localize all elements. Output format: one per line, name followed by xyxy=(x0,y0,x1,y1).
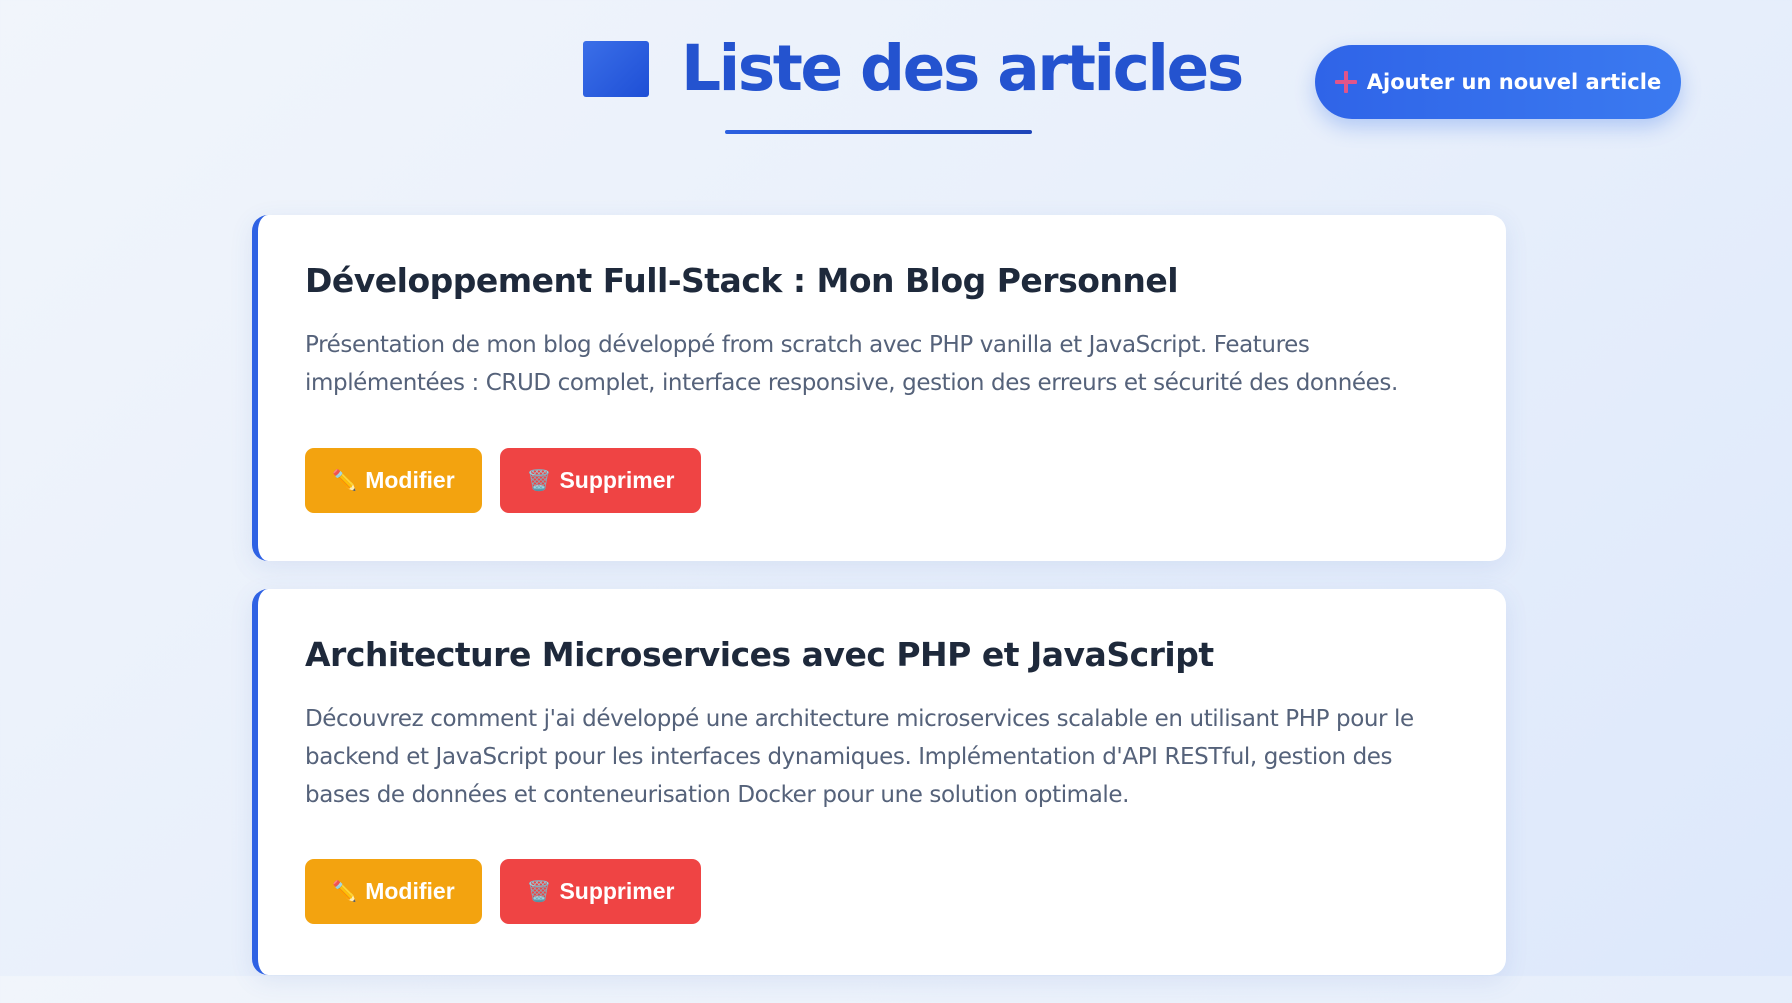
article-description: Découvrez comment j'ai développé une arc… xyxy=(305,706,1414,808)
pencil-icon: ✏️ xyxy=(332,881,358,903)
edit-button-label: Modifier xyxy=(365,467,455,493)
wastebasket-icon: 🗑️ xyxy=(526,470,552,492)
title-underline xyxy=(725,130,1032,134)
article-actions: ✏️ Modifier 🗑️ Supprimer xyxy=(305,859,701,924)
plus-icon xyxy=(1334,71,1357,93)
add-article-label: Ajouter un nouvel article xyxy=(1366,70,1662,94)
page-title: Liste des articles xyxy=(681,32,1244,105)
edit-button[interactable]: ✏️ Modifier xyxy=(305,859,482,924)
title-group: Liste des articles xyxy=(583,26,1244,112)
article-card: Développement Full-Stack : Mon Blog Pers… xyxy=(252,215,1506,561)
pencil-icon: ✏️ xyxy=(332,470,358,492)
delete-button[interactable]: 🗑️ Supprimer xyxy=(500,448,701,513)
delete-button[interactable]: 🗑️ Supprimer xyxy=(500,859,701,924)
article-title: Architecture Microservices avec PHP et J… xyxy=(305,635,1214,674)
article-description: Présentation de mon blog développé from … xyxy=(305,332,1398,396)
article-list: Développement Full-Stack : Mon Blog Pers… xyxy=(252,215,1506,1003)
add-article-button[interactable]: Ajouter un nouvel article xyxy=(1315,45,1681,119)
delete-button-label: Supprimer xyxy=(559,878,675,904)
blue-square-icon xyxy=(583,41,649,97)
article-actions: ✏️ Modifier 🗑️ Supprimer xyxy=(305,448,701,513)
article-card: Architecture Microservices avec PHP et J… xyxy=(252,589,1506,975)
edit-button[interactable]: ✏️ Modifier xyxy=(305,448,482,513)
delete-button-label: Supprimer xyxy=(559,467,675,493)
article-title: Développement Full-Stack : Mon Blog Pers… xyxy=(305,261,1179,300)
wastebasket-icon: 🗑️ xyxy=(526,881,552,903)
edit-button-label: Modifier xyxy=(365,878,455,904)
page-header: Liste des articles Ajouter un nouvel art… xyxy=(0,0,1792,150)
